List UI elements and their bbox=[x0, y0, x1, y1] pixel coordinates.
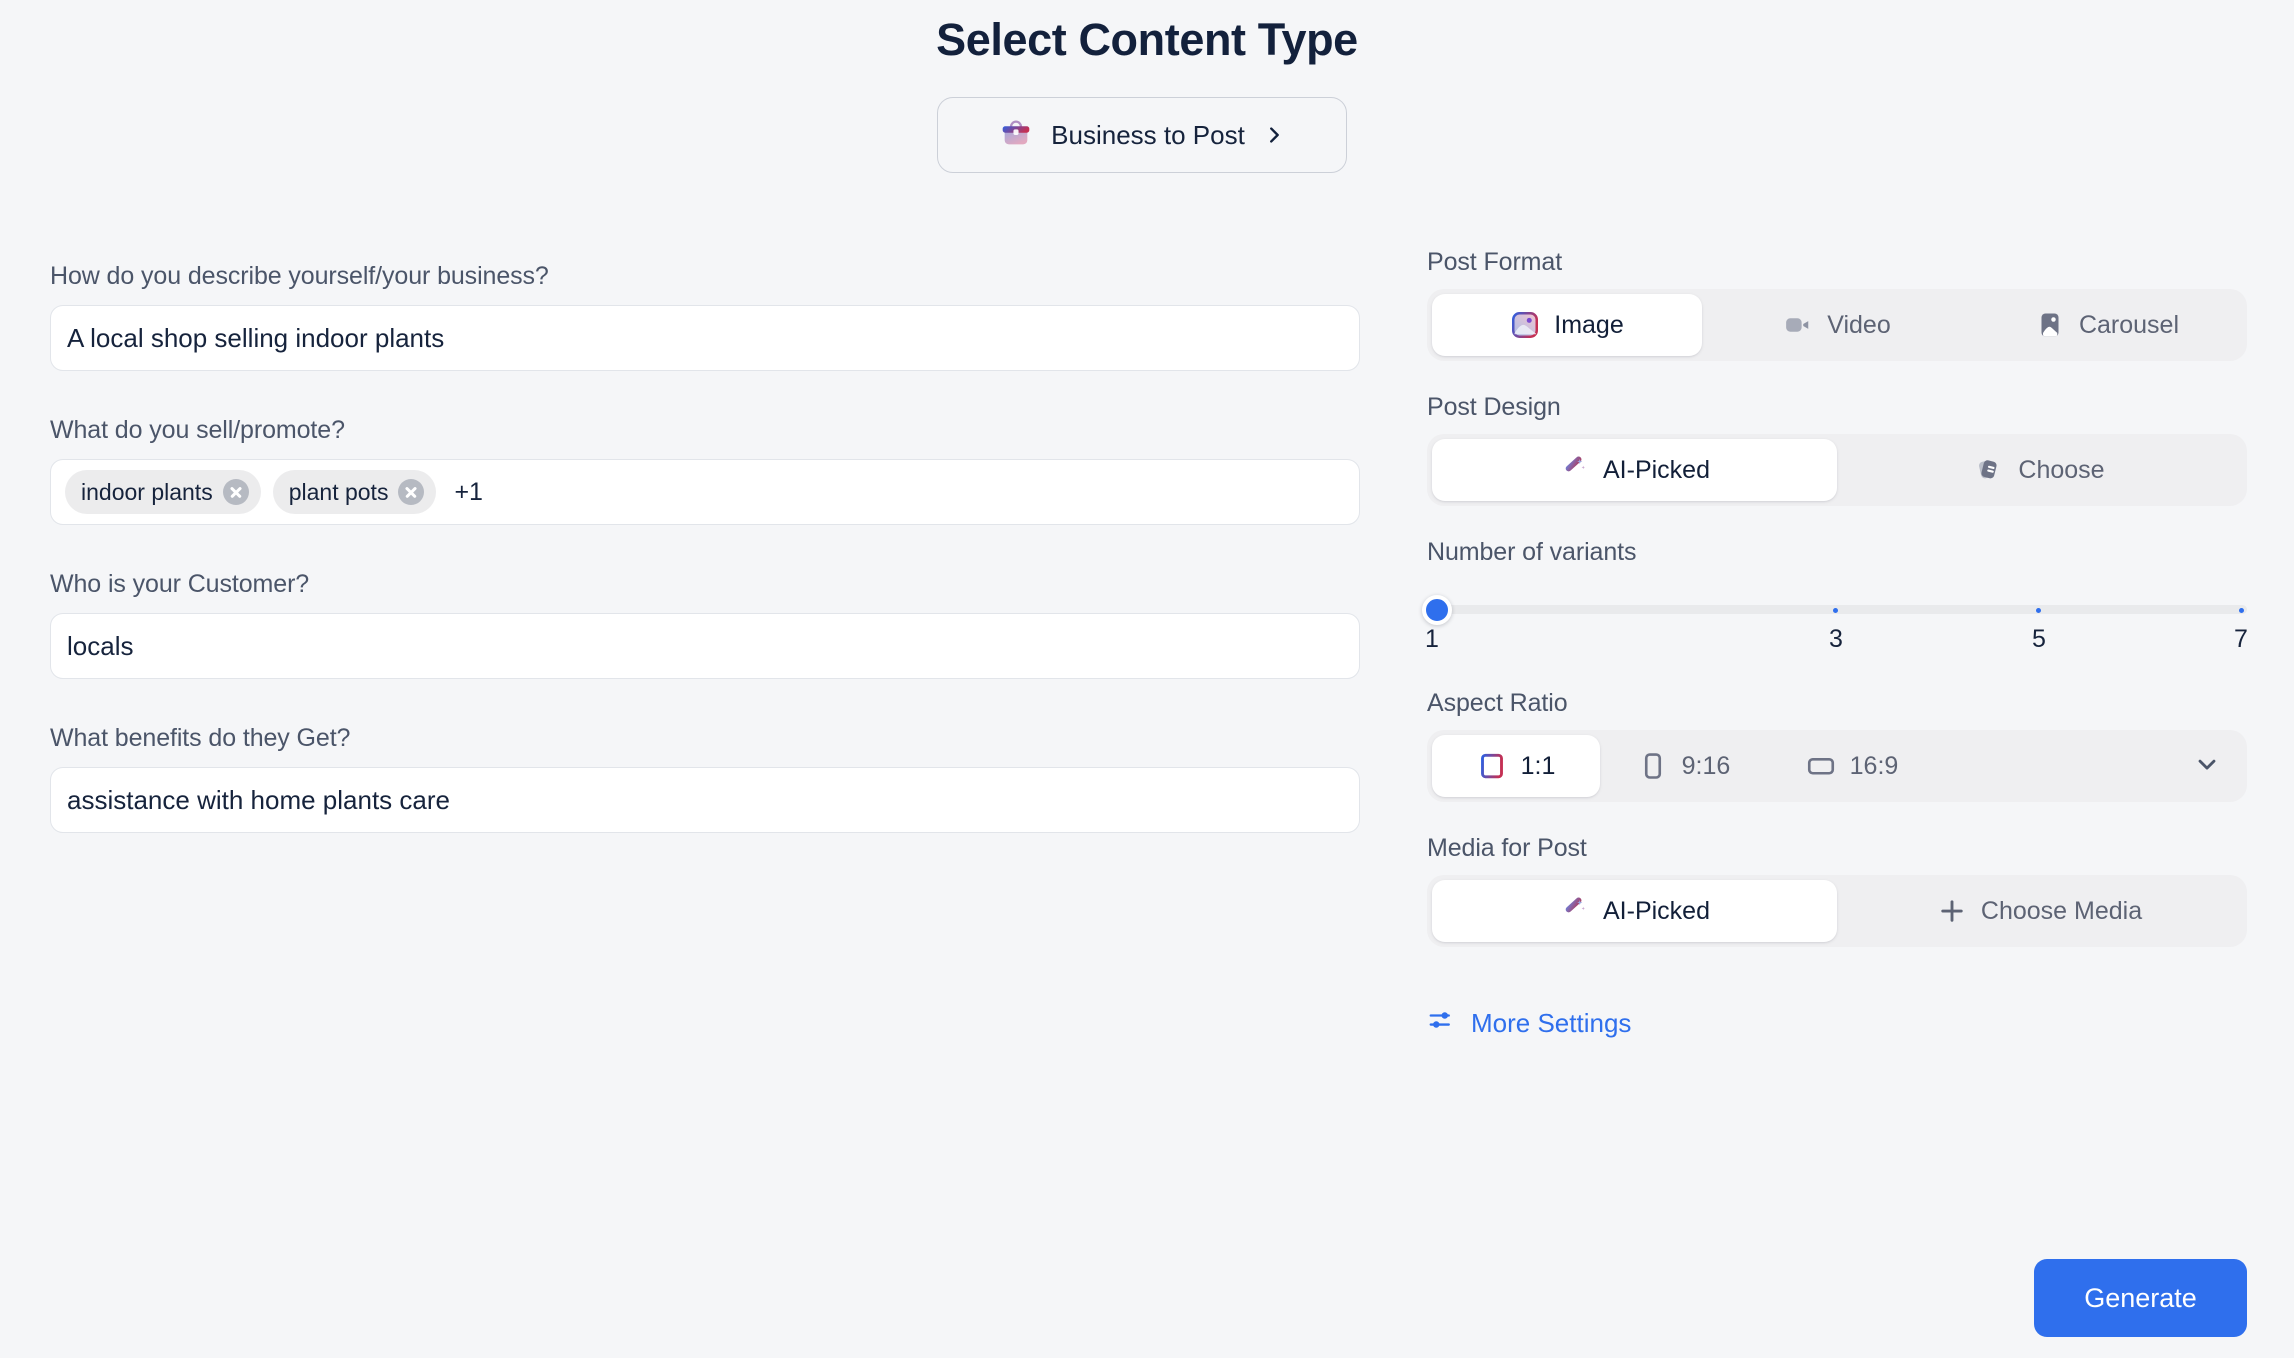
aspect-ratio-option-label: 9:16 bbox=[1682, 752, 1731, 781]
post-format-option-label: Image bbox=[1554, 311, 1623, 340]
post-design-option-label: Choose bbox=[2018, 456, 2104, 485]
slider-mark: 1 bbox=[1425, 625, 1439, 654]
variants-section: Number of variants 1 3 5 7 bbox=[1427, 538, 2247, 657]
slider-mark: 3 bbox=[1829, 625, 1843, 654]
field-label: What do you sell/promote? bbox=[50, 416, 1360, 445]
portrait-icon bbox=[1638, 751, 1668, 781]
aspect-ratio-section: Aspect Ratio 1:1 bbox=[1427, 689, 2247, 802]
post-design-option-ai-picked[interactable]: AI-Picked bbox=[1432, 439, 1837, 501]
briefcase-icon bbox=[999, 116, 1033, 155]
field-label: What benefits do they Get? bbox=[50, 724, 1360, 753]
landscape-icon bbox=[1806, 751, 1836, 781]
post-format-option-label: Carousel bbox=[2079, 311, 2179, 340]
slider-tick bbox=[2239, 608, 2244, 613]
tag-chip: indoor plants bbox=[65, 470, 261, 514]
media-option-ai-picked[interactable]: AI-Picked bbox=[1432, 880, 1837, 942]
slider-mark: 5 bbox=[2032, 625, 2046, 654]
aspect-ratio-label: Aspect Ratio bbox=[1427, 689, 2247, 718]
benefits-input[interactable]: assistance with home plants care bbox=[50, 767, 1360, 833]
generate-button[interactable]: Generate bbox=[2034, 1259, 2247, 1337]
post-settings-panel: Post Format bbox=[1427, 248, 2247, 1042]
post-format-segmented-control: Image Video bbox=[1427, 289, 2247, 361]
carousel-icon bbox=[2035, 310, 2065, 340]
video-icon bbox=[1783, 310, 1813, 340]
magic-wand-icon bbox=[1559, 455, 1589, 485]
post-design-option-label: AI-Picked bbox=[1603, 456, 1710, 485]
business-description-input[interactable]: A local shop selling indoor plants bbox=[50, 305, 1360, 371]
tag-chip: plant pots bbox=[273, 470, 437, 514]
field-label: Who is your Customer? bbox=[50, 570, 1360, 599]
customer-input[interactable]: locals bbox=[50, 613, 1360, 679]
business-form: How do you describe yourself/your busine… bbox=[50, 262, 1360, 878]
media-option-label: Choose Media bbox=[1981, 897, 2142, 926]
chevron-right-icon bbox=[1263, 124, 1285, 146]
business-to-post-button[interactable]: Business to Post bbox=[937, 97, 1347, 173]
slider-mark: 7 bbox=[2234, 625, 2248, 654]
media-section: Media for Post AI-Picked bbox=[1427, 834, 2247, 947]
slider-marks: 1 3 5 7 bbox=[1427, 625, 2247, 657]
aspect-ratio-option-label: 1:1 bbox=[1521, 752, 1556, 781]
remove-tag-icon[interactable] bbox=[398, 479, 424, 505]
media-option-choose-media[interactable]: Choose Media bbox=[1837, 880, 2242, 942]
image-icon bbox=[1510, 310, 1540, 340]
tag-overflow-count[interactable]: +1 bbox=[454, 478, 483, 507]
media-label: Media for Post bbox=[1427, 834, 2247, 863]
tag-label: indoor plants bbox=[81, 479, 213, 506]
post-design-option-choose[interactable]: Choose bbox=[1837, 439, 2242, 501]
slider-tick bbox=[2036, 608, 2041, 613]
page-title: Select Content Type bbox=[0, 14, 2294, 66]
aspect-ratio-option-9-16[interactable]: 9:16 bbox=[1600, 735, 1768, 797]
variants-slider[interactable]: 1 3 5 7 bbox=[1427, 583, 2247, 657]
field-business-description: How do you describe yourself/your busine… bbox=[50, 262, 1360, 371]
post-format-option-video[interactable]: Video bbox=[1702, 294, 1972, 356]
aspect-ratio-segmented-control: 1:1 9:16 16:9 bbox=[1427, 730, 2247, 802]
sell-promote-input[interactable]: indoor plants plant pots +1 bbox=[50, 459, 1360, 525]
plus-icon bbox=[1937, 896, 1967, 926]
aspect-ratio-option-16-9[interactable]: 16:9 bbox=[1768, 735, 1936, 797]
template-cards-icon bbox=[1974, 455, 2004, 485]
content-type-screen: Select Content Type Business to Post bbox=[0, 0, 2294, 1358]
media-option-label: AI-Picked bbox=[1603, 897, 1710, 926]
slider-thumb[interactable] bbox=[1422, 595, 1452, 625]
media-segmented-control: AI-Picked Choose Media bbox=[1427, 875, 2247, 947]
post-design-segmented-control: AI-Picked Choose bbox=[1427, 434, 2247, 506]
aspect-ratio-option-label: 16:9 bbox=[1850, 752, 1899, 781]
field-label: How do you describe yourself/your busine… bbox=[50, 262, 1360, 291]
post-format-section: Post Format bbox=[1427, 248, 2247, 361]
sliders-icon bbox=[1427, 1005, 1457, 1042]
chevron-down-icon bbox=[2193, 750, 2221, 783]
more-settings-link[interactable]: More Settings bbox=[1427, 1005, 1631, 1042]
square-icon bbox=[1477, 751, 1507, 781]
field-benefits: What benefits do they Get? assistance wi… bbox=[50, 724, 1360, 833]
more-settings-label: More Settings bbox=[1471, 1008, 1631, 1039]
post-format-label: Post Format bbox=[1427, 248, 2247, 277]
aspect-ratio-option-1-1[interactable]: 1:1 bbox=[1432, 735, 1600, 797]
post-format-option-label: Video bbox=[1827, 311, 1891, 340]
post-design-section: Post Design bbox=[1427, 393, 2247, 506]
field-sell-promote: What do you sell/promote? indoor plants … bbox=[50, 416, 1360, 525]
aspect-ratio-expand-button[interactable] bbox=[2193, 750, 2229, 783]
business-to-post-label: Business to Post bbox=[1051, 120, 1245, 151]
post-format-option-carousel[interactable]: Carousel bbox=[1972, 294, 2242, 356]
magic-wand-icon bbox=[1559, 896, 1589, 926]
remove-tag-icon[interactable] bbox=[223, 479, 249, 505]
slider-tick bbox=[1833, 608, 1838, 613]
tag-label: plant pots bbox=[289, 479, 389, 506]
post-design-label: Post Design bbox=[1427, 393, 2247, 422]
post-format-option-image[interactable]: Image bbox=[1432, 294, 1702, 356]
variants-label: Number of variants bbox=[1427, 538, 2247, 567]
field-customer: Who is your Customer? locals bbox=[50, 570, 1360, 679]
